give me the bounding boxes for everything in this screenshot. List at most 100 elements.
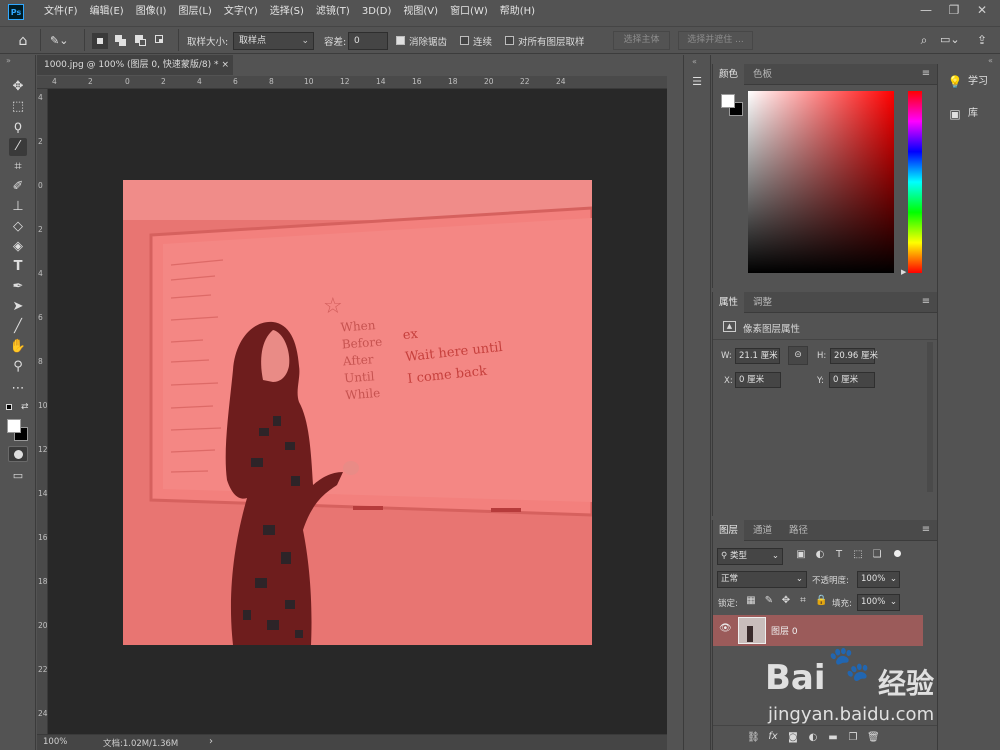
subtract-selection-icon[interactable] <box>133 33 149 49</box>
filter-shape-icon[interactable]: ⬚ <box>852 549 864 560</box>
close-window-button[interactable]: ✕ <box>968 0 996 22</box>
close-tab-icon[interactable]: × <box>221 55 229 75</box>
magic-wand-tool-icon[interactable]: ⁄ <box>9 138 27 156</box>
collapse-icon[interactable]: « <box>988 56 993 65</box>
filter-toggle-icon[interactable] <box>894 550 901 557</box>
eye-icon[interactable]: 👁 <box>719 623 732 634</box>
tab-swatches[interactable]: 色板 <box>747 64 778 85</box>
line-tool-icon[interactable]: ╱ <box>9 318 27 336</box>
select-subject-button[interactable]: 选择主体 <box>613 31 670 50</box>
collapse-icon[interactable]: » <box>6 56 11 65</box>
document-tab[interactable]: 1000.jpg @ 100% (图层 0, 快速蒙版/8) * × <box>37 55 233 75</box>
properties-scrollbar[interactable] <box>927 342 933 492</box>
status-arrow-icon[interactable]: › <box>209 736 213 747</box>
lock-position-icon[interactable]: ✥ <box>780 595 792 606</box>
workspace-icon[interactable]: ▭⌄ <box>940 32 964 48</box>
menu-select[interactable]: 选择(S) <box>264 0 310 24</box>
sample-all-layers-checkbox[interactable] <box>505 36 514 45</box>
add-selection-icon[interactable] <box>113 33 129 49</box>
foreground-swatch[interactable] <box>721 94 735 108</box>
panel-menu-icon[interactable]: ≡ <box>919 68 933 80</box>
width-input[interactable]: 21.1 厘米 <box>735 348 780 364</box>
intersect-selection-icon[interactable] <box>153 33 169 49</box>
menu-window[interactable]: 窗口(W) <box>444 0 494 24</box>
tab-layers[interactable]: 图层 <box>713 520 745 541</box>
lock-all-icon[interactable]: 🔒 <box>815 595 827 606</box>
library-item[interactable]: ▣ 库 <box>938 100 1000 128</box>
new-selection-icon[interactable] <box>92 33 108 49</box>
lock-artboard-icon[interactable]: ⌗ <box>797 595 809 606</box>
filter-adjustment-icon[interactable]: ◐ <box>814 549 826 560</box>
path-selection-tool-icon[interactable]: ➤ <box>9 298 27 316</box>
tab-channels[interactable]: 通道 <box>747 520 778 541</box>
eraser-tool-icon[interactable]: ◇ <box>9 218 27 236</box>
zoom-tool-icon[interactable]: ⚲ <box>9 358 27 376</box>
link-dimensions-icon[interactable]: ⊝ <box>788 346 808 365</box>
collapse-icon[interactable]: « <box>692 57 697 66</box>
hue-slider-pointer-icon[interactable]: ▶ <box>901 268 906 276</box>
link-layers-icon[interactable]: ⛓ <box>747 732 760 743</box>
menu-view[interactable]: 视图(V) <box>397 0 444 24</box>
magic-wand-preset-icon[interactable]: ✎⌄ <box>50 32 76 50</box>
y-input[interactable]: 0 厘米 <box>829 372 875 388</box>
history-icon[interactable]: ☰ <box>689 75 705 91</box>
crop-tool-icon[interactable]: ⌗ <box>9 158 27 176</box>
hand-tool-icon[interactable]: ✋ <box>9 338 27 356</box>
menu-layer[interactable]: 图层(L) <box>172 0 217 24</box>
home-icon[interactable]: ⌂ <box>14 32 32 50</box>
tolerance-input[interactable]: 0 <box>348 32 388 50</box>
filter-smart-object-icon[interactable]: ❏ <box>871 549 883 560</box>
fill-input[interactable]: 100% ⌄ <box>857 594 900 611</box>
paint-bucket-tool-icon[interactable]: ◈ <box>9 238 27 256</box>
menu-file[interactable]: 文件(F) <box>38 0 84 24</box>
tab-adjustments[interactable]: 调整 <box>747 292 778 313</box>
contiguous-checkbox[interactable] <box>460 36 469 45</box>
maximize-button[interactable]: ❐ <box>940 0 968 22</box>
panel-menu-icon[interactable]: ≡ <box>919 524 933 536</box>
tab-color[interactable]: 颜色 <box>713 64 745 85</box>
quick-mask-icon[interactable] <box>8 446 28 462</box>
share-icon[interactable]: ⇪ <box>974 32 990 48</box>
color-field[interactable] <box>748 91 894 273</box>
layer-filter-select[interactable]: ⚲ 类型 ⌄ <box>717 548 783 565</box>
filter-pixel-icon[interactable]: ▣ <box>795 549 807 560</box>
lasso-tool-icon[interactable]: ϙ <box>9 118 27 136</box>
more-tools-icon[interactable]: ⋯ <box>9 380 27 398</box>
opacity-input[interactable]: 100% ⌄ <box>857 571 900 588</box>
minimize-button[interactable]: — <box>912 0 940 22</box>
screen-mode-icon[interactable]: ▭ <box>9 467 27 485</box>
menu-image[interactable]: 图像(I) <box>130 0 173 24</box>
menu-3d[interactable]: 3D(D) <box>356 0 398 24</box>
canvas-image[interactable]: ☆ When Before After Until While ex Wait … <box>123 180 592 645</box>
menu-type[interactable]: 文字(Y) <box>218 0 264 24</box>
tab-properties[interactable]: 属性 <box>713 292 745 313</box>
foreground-color-swatch[interactable] <box>7 419 21 433</box>
zoom-level[interactable]: 100% <box>43 737 67 747</box>
learn-item[interactable]: 💡 学习 <box>938 68 1000 96</box>
brush-tool-icon[interactable]: ✐ <box>9 178 27 196</box>
layer-name[interactable]: 图层 0 <box>771 624 798 637</box>
menu-filter[interactable]: 滤镜(T) <box>310 0 356 24</box>
blend-mode-select[interactable]: 正常 ⌄ <box>717 571 807 588</box>
swap-colors-icon[interactable]: ⇄ <box>21 402 29 412</box>
move-tool-icon[interactable]: ✥ <box>9 78 27 96</box>
select-and-mask-button[interactable]: 选择并遮住 ... <box>678 31 753 50</box>
search-icon[interactable]: ⌕ <box>916 32 932 48</box>
menu-edit[interactable]: 编辑(E) <box>84 0 130 24</box>
lock-transparent-icon[interactable]: ▦ <box>745 595 757 606</box>
sample-size-select[interactable]: 取样点 ⌄ <box>233 32 314 50</box>
default-colors-icon[interactable] <box>6 404 12 410</box>
pen-tool-icon[interactable]: ✒ <box>9 278 27 296</box>
type-tool-icon[interactable]: T <box>9 258 27 276</box>
x-input[interactable]: 0 厘米 <box>735 372 781 388</box>
antialias-checkbox[interactable] <box>396 36 405 45</box>
stamp-tool-icon[interactable]: ⊥ <box>9 198 27 216</box>
lock-pixels-icon[interactable]: ✎ <box>763 595 775 606</box>
tab-paths[interactable]: 路径 <box>783 520 814 541</box>
filter-type-icon[interactable]: T <box>833 549 845 560</box>
height-input[interactable]: 20.96 厘米 <box>830 348 878 364</box>
panel-menu-icon[interactable]: ≡ <box>919 296 933 308</box>
hue-slider[interactable] <box>908 91 922 273</box>
menu-help[interactable]: 帮助(H) <box>494 0 541 24</box>
marquee-tool-icon[interactable]: ⬚ <box>9 98 27 116</box>
